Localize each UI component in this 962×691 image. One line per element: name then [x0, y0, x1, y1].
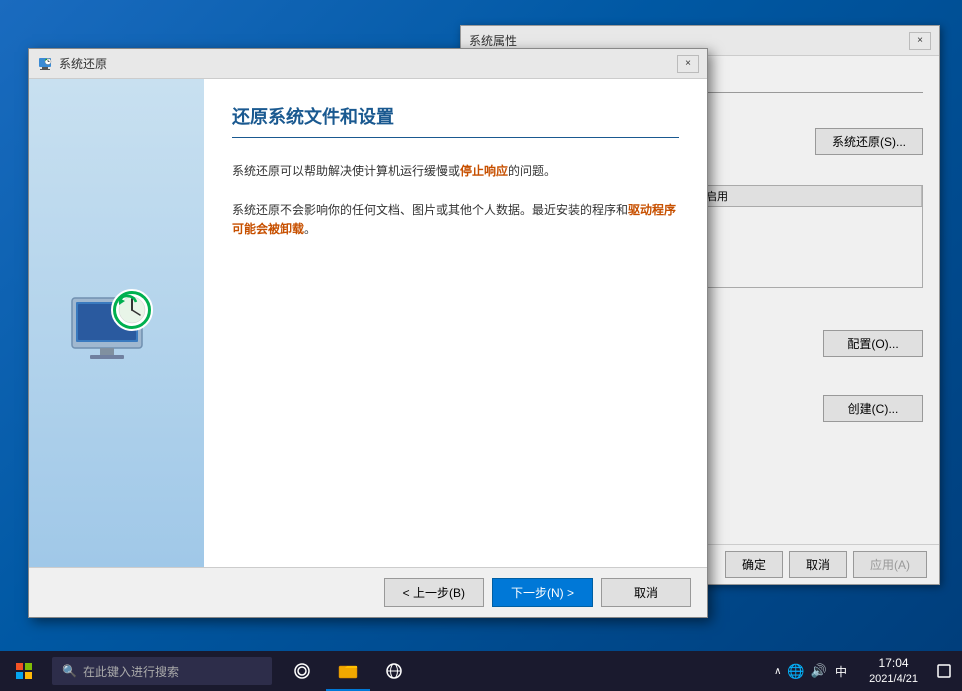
next-button[interactable]: 下一步(N) > — [492, 578, 593, 607]
restore-desc2-end: 。 — [304, 222, 316, 236]
prev-button[interactable]: < 上一步(B) — [384, 578, 484, 607]
taskbar-tray: ∧ 🌐 🔊 中 17:04 2021/4/21 — [766, 651, 962, 691]
restore-desc1-highlight: 停止响应 — [460, 164, 508, 178]
restore-win-controls: × — [677, 55, 699, 73]
start-button[interactable] — [0, 651, 48, 691]
search-placeholder: 在此键入进行搜索 — [83, 663, 179, 680]
restore-close-button[interactable]: × — [677, 55, 699, 73]
restore-main: 还原系统文件和设置 系统还原可以帮助解决使计算机运行缓慢或停止响应的问题。 系统… — [204, 79, 707, 567]
tray-expand-icon[interactable]: ∧ — [774, 666, 781, 677]
file-explorer-icon — [338, 661, 358, 679]
tray-date: 2021/4/21 — [869, 672, 918, 686]
restore-title-text: 系统还原 — [59, 55, 107, 72]
restore-desc1-end: 的问题。 — [508, 164, 556, 178]
network-button[interactable] — [372, 651, 416, 691]
apply-button[interactable]: 应用(A) — [853, 551, 927, 578]
restore-footer: < 上一步(B) 下一步(N) > 取消 — [29, 567, 707, 617]
restore-icon — [37, 56, 53, 72]
ok-button[interactable]: 确定 — [725, 551, 783, 578]
restore-desc1: 系统还原可以帮助解决使计算机运行缓慢或停止响应的问题。 — [232, 162, 679, 181]
restore-desc1-text: 系统还原可以帮助解决使计算机运行缓慢或 — [232, 164, 460, 178]
sys-props-title: 系统属性 — [469, 32, 517, 49]
restore-title-left: 系统还原 — [37, 55, 107, 72]
restore-body: 还原系统文件和设置 系统还原可以帮助解决使计算机运行缓慢或停止响应的问题。 系统… — [29, 79, 707, 567]
desktop: 系统属性 × 远程 统更改。 系统还原(S)... 保护 — [0, 0, 962, 691]
notification-button[interactable] — [930, 651, 958, 691]
tray-clock[interactable]: 17:04 2021/4/21 — [861, 656, 926, 686]
restore-desc2-text: 系统还原不会影响你的任何文档、图片或其他个人数据。最近安装的程序和 — [232, 203, 628, 217]
notification-icon — [937, 664, 951, 678]
restore-illustration — [62, 268, 172, 378]
task-view-icon — [292, 663, 312, 679]
tray-volume-icon[interactable]: 🔊 — [811, 663, 827, 679]
restore-dialog: 系统还原 × — [28, 48, 708, 618]
prot-col-status: 启用 — [700, 186, 922, 206]
tray-time: 17:04 — [879, 656, 909, 672]
task-view-button[interactable] — [280, 651, 324, 691]
create-button[interactable]: 创建(C)... — [823, 395, 923, 422]
sys-restore-button[interactable]: 系统还原(S)... — [815, 128, 923, 155]
restore-desc2: 系统还原不会影响你的任何文档、图片或其他个人数据。最近安装的程序和驱动程序可能会… — [232, 201, 679, 239]
restore-cancel-button[interactable]: 取消 — [601, 578, 691, 607]
restore-sidebar — [29, 79, 204, 567]
tray-icons: ∧ 🌐 🔊 中 — [766, 663, 857, 680]
cancel-button[interactable]: 取消 — [789, 551, 847, 578]
restore-titlebar: 系统还原 × — [29, 49, 707, 79]
taskbar-search[interactable]: 🔍 在此键入进行搜索 — [52, 657, 272, 685]
config-button[interactable]: 配置(O)... — [823, 330, 923, 357]
file-explorer-button[interactable] — [326, 651, 370, 691]
restore-heading: 还原系统文件和设置 — [232, 103, 679, 138]
close-button[interactable]: × — [909, 32, 931, 50]
tray-network-icon[interactable]: 🌐 — [787, 663, 804, 680]
window-controls: × — [909, 32, 931, 50]
network-icon — [384, 662, 404, 680]
taskbar-middle — [280, 651, 416, 691]
taskbar: 🔍 在此键入进行搜索 — [0, 651, 962, 691]
search-icon: 🔍 — [62, 664, 77, 678]
windows-logo-icon — [16, 663, 32, 679]
tray-language-indicator[interactable]: 中 — [833, 663, 849, 680]
